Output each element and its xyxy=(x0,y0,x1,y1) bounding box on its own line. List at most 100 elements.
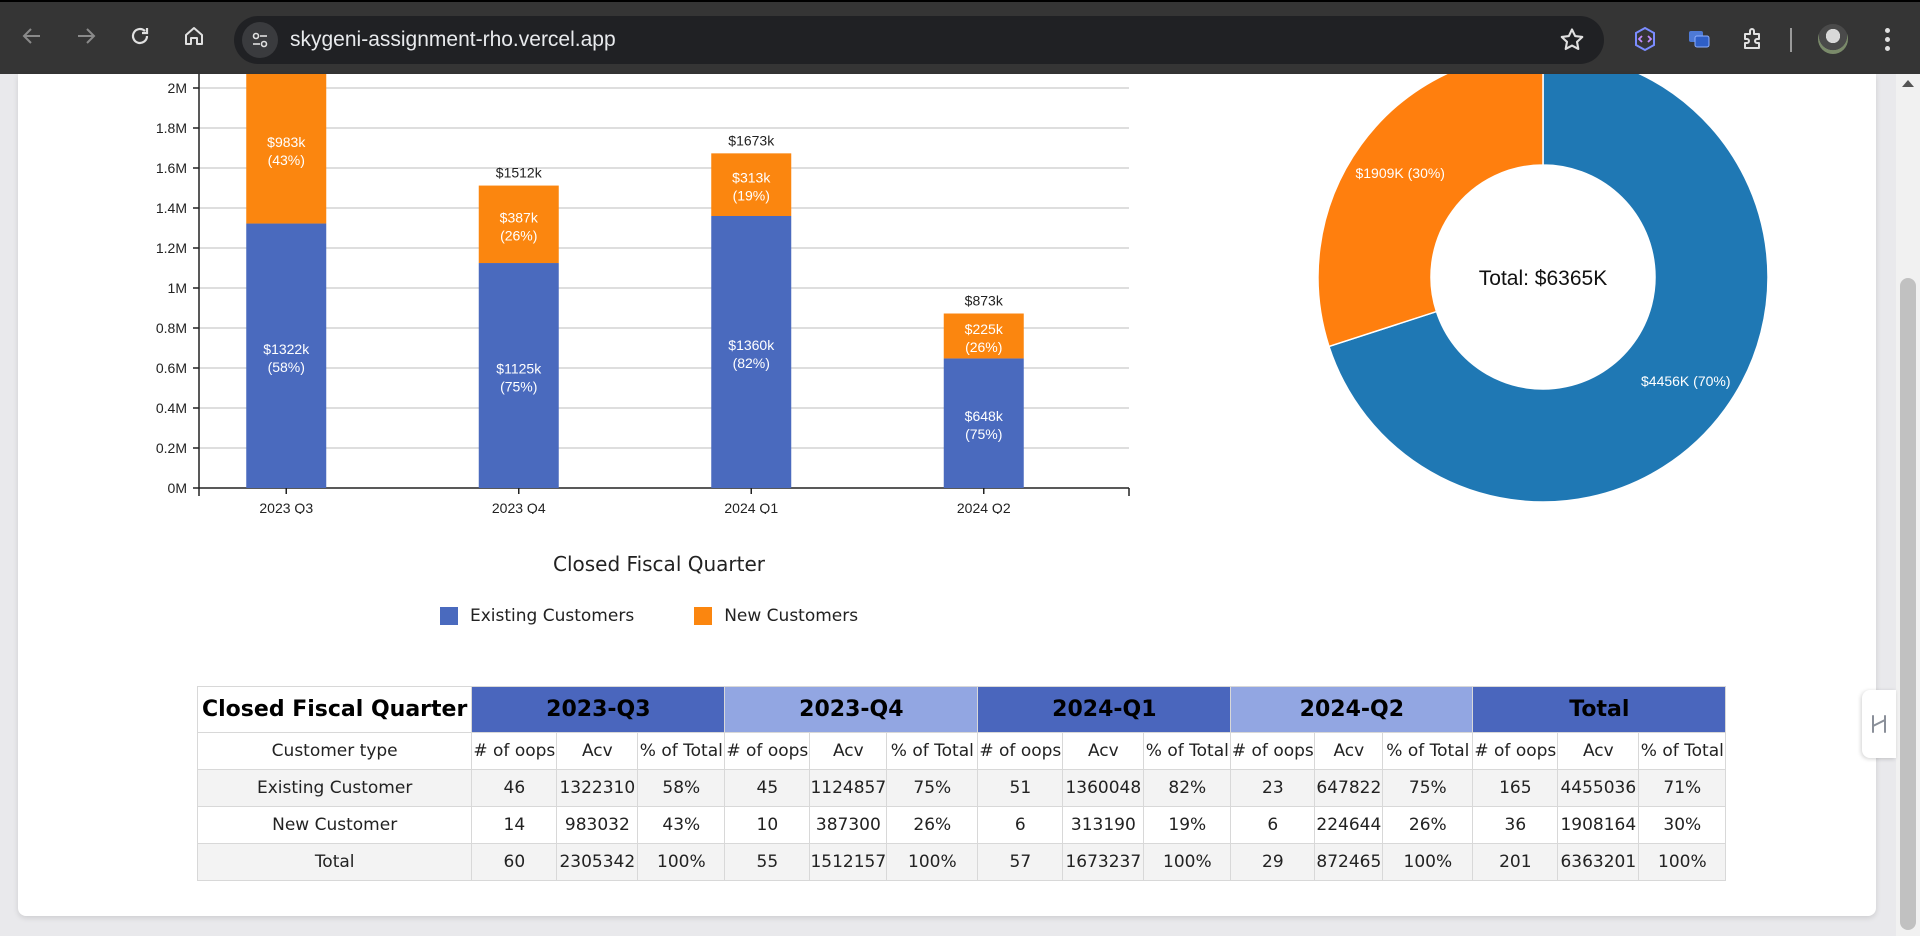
table-cell: 23 xyxy=(1230,769,1316,807)
column-subheader: % of Total xyxy=(1638,732,1727,770)
url-text[interactable]: skygeni-assignment-rho.vercel.app xyxy=(290,28,616,52)
table-cell: 201 xyxy=(1472,843,1559,881)
address-bar[interactable]: skygeni-assignment-rho.vercel.app xyxy=(234,16,1604,64)
group-header-2024-q2: 2024-Q2 xyxy=(1230,686,1474,733)
table-cell: 100% xyxy=(1382,843,1474,881)
y-tick-label: 1.2M xyxy=(156,240,187,256)
table-cell: 6 xyxy=(1230,806,1316,844)
y-tick-label: 1.6M xyxy=(156,160,187,176)
row-label: New Customer xyxy=(196,806,473,844)
legend-item-new: New Customers xyxy=(694,606,858,626)
scroll-up-arrow-icon[interactable] xyxy=(1902,80,1914,87)
table-cell: 29 xyxy=(1230,843,1316,881)
table-cell: 10 xyxy=(724,806,811,844)
scroll-thumb[interactable] xyxy=(1900,278,1916,930)
table-cell: 4455036 xyxy=(1557,769,1640,807)
summary-table: Closed Fiscal Quarter 2023-Q3 2023-Q4 20… xyxy=(196,686,1727,881)
bar-pct-label: (58%) xyxy=(268,359,305,375)
forward-button[interactable] xyxy=(68,18,104,54)
column-subheader: Acv xyxy=(809,732,888,770)
legend-label-new: New Customers xyxy=(724,606,859,626)
donut-slice[interactable] xyxy=(1317,74,1544,348)
legend-swatch-new xyxy=(694,607,713,625)
column-subheader: # of oops xyxy=(724,732,811,770)
table-cell: 26% xyxy=(1382,806,1474,844)
bar-value-label: $313k xyxy=(732,170,771,186)
bar-total-label: $1673k xyxy=(728,132,775,148)
y-tick-label: 2M xyxy=(168,80,187,96)
table-cell: 46 xyxy=(471,769,558,807)
y-tick-label: 1.8M xyxy=(156,120,187,136)
bar-value-label: $648k xyxy=(965,408,1004,424)
bar-pct-label: (26%) xyxy=(965,339,1002,355)
legend-label-existing: Existing Customers xyxy=(470,606,635,626)
table-cell: 2305342 xyxy=(556,843,639,881)
y-tick-label: 0.4M xyxy=(156,400,187,416)
home-button[interactable] xyxy=(176,18,212,54)
table-cell: 6363201 xyxy=(1557,843,1640,881)
column-subheader: % of Total xyxy=(637,732,726,770)
page-scrollbar[interactable] xyxy=(1896,74,1920,936)
x-tick-label: 2024 Q1 xyxy=(724,500,778,514)
extensions-puzzle-icon[interactable] xyxy=(1738,24,1768,54)
row-label: Existing Customer xyxy=(196,769,473,807)
table-cell: 51 xyxy=(977,769,1064,807)
bar-value-label: $225k xyxy=(965,321,1004,337)
column-subheader: % of Total xyxy=(886,732,979,770)
table-cell: 387300 xyxy=(809,806,888,844)
group-header-2024-q1: 2024-Q1 xyxy=(977,686,1232,733)
legend-item-existing: Existing Customers xyxy=(440,606,634,626)
column-subheader: # of oops xyxy=(471,732,558,770)
group-header-total: Total xyxy=(1472,686,1727,733)
side-panel-tab[interactable] xyxy=(1862,690,1896,758)
column-subheader: Acv xyxy=(556,732,639,770)
back-button[interactable] xyxy=(14,18,50,54)
table-row: Total 60 2305342 100% 55 1512157 100% 57 1673237… xyxy=(196,843,1727,881)
table-cell: 58% xyxy=(637,769,726,807)
table-cell: 82% xyxy=(1143,769,1232,807)
table-cell: 75% xyxy=(1382,769,1474,807)
toolbar-separator xyxy=(1790,28,1792,52)
table-row: Existing Customer 46 1322310 58% 45 1124857 75… xyxy=(196,769,1727,807)
arrow-left-icon xyxy=(22,28,40,44)
bar-pct-label: (43%) xyxy=(268,152,305,168)
stacked-bar-chart: 0M 0.2M 0.4M 0.6M 0.8M 1M 1.2M 1.4M 1.6M 1.8M 2M $1… xyxy=(156,74,1130,514)
column-subheader: % of Total xyxy=(1143,732,1232,770)
bookmark-star-icon[interactable] xyxy=(1558,26,1586,54)
x-tick-label: 2023 Q3 xyxy=(259,500,313,514)
column-subheader: Acv xyxy=(1314,732,1384,770)
reload-button[interactable] xyxy=(122,18,158,54)
extension-code-icon[interactable] xyxy=(1630,24,1660,54)
y-tick-label: 0.6M xyxy=(156,360,187,376)
browser-menu-icon[interactable] xyxy=(1872,22,1902,56)
y-tick-label: 0M xyxy=(168,480,187,496)
table-cell: 30% xyxy=(1638,806,1727,844)
y-tick-label: 0.8M xyxy=(156,320,187,336)
y-tick-label: 0.2M xyxy=(156,440,187,456)
chart-legend: Existing Customers New Customers xyxy=(440,606,858,626)
profile-avatar[interactable] xyxy=(1818,24,1848,54)
table-cell: 45 xyxy=(724,769,811,807)
table-cell: 43% xyxy=(637,806,726,844)
site-info-button[interactable] xyxy=(242,22,278,58)
table-cell: 55 xyxy=(724,843,811,881)
table-cell: 19% xyxy=(1143,806,1232,844)
table-cell: 1360048 xyxy=(1062,769,1145,807)
browser-toolbar: skygeni-assignment-rho.vercel.app xyxy=(0,0,1920,74)
table-cell: 100% xyxy=(1638,843,1727,881)
home-icon xyxy=(185,27,203,45)
table-cell: 165 xyxy=(1472,769,1559,807)
column-subheader: # of oops xyxy=(977,732,1064,770)
table-cell: 1673237 xyxy=(1062,843,1145,881)
bar-pct-label: (19%) xyxy=(733,188,770,204)
arrow-right-icon xyxy=(78,28,96,44)
table-cell: 14 xyxy=(471,806,558,844)
column-subheader: Acv xyxy=(1062,732,1145,770)
group-header-2023-q4: 2023-Q4 xyxy=(724,686,979,733)
table-cell: 1908164 xyxy=(1557,806,1640,844)
extension-windows-icon[interactable] xyxy=(1684,24,1714,54)
table-cell: 71% xyxy=(1638,769,1727,807)
table-cell: 6 xyxy=(977,806,1064,844)
bar-value-label: $1322k xyxy=(263,341,310,357)
table-cell: 872465 xyxy=(1314,843,1384,881)
